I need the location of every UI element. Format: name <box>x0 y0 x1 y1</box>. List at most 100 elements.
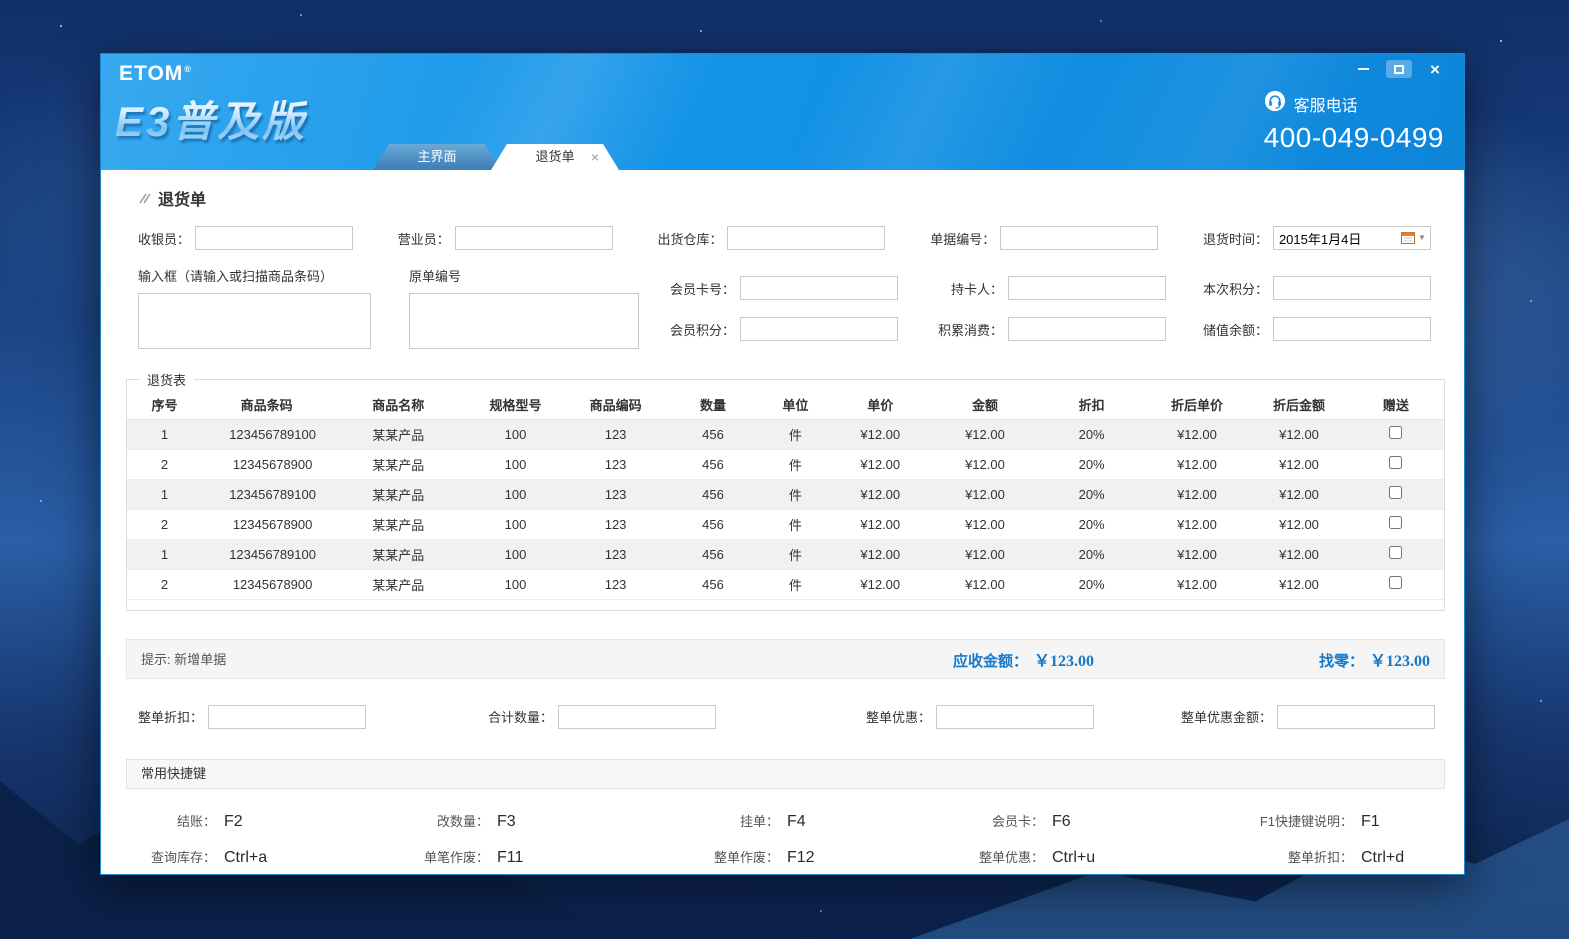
shortcut-label: 改数量： <box>436 813 489 829</box>
original-order-input[interactable] <box>409 293 639 349</box>
shortcut-key: F4 <box>787 812 806 830</box>
return-table-header-row: 序号 商品条码 商品名称 规格型号 商品编码 数量 单位 单价 金额 折扣 折后单价 折后金额 赠送 <box>127 391 1444 420</box>
cashier-label: 收银员： <box>138 231 191 247</box>
column-header: 折扣 <box>1039 391 1144 420</box>
table-cell: 123 <box>604 456 627 472</box>
app-window: ETOM® E3普及版 × 客服电话 400-049-0499 主界面 退货单 … <box>100 53 1465 875</box>
table-row[interactable]: 1 123456789100 某某产品 100 123 456 件 ¥12.00 ¥12.00 2… <box>127 479 1444 509</box>
warehouse-input[interactable] <box>727 226 886 250</box>
maximize-button[interactable] <box>1386 60 1412 78</box>
table-cell: 2 <box>160 516 169 532</box>
member-card-label: 会员卡号： <box>669 281 735 297</box>
table-cell: ¥12.00 <box>1177 516 1217 532</box>
table-cell: 456 <box>702 576 724 592</box>
table-cell: 100 <box>504 456 527 472</box>
accumulated-label: 积累消费： <box>937 322 1003 338</box>
column-header: 数量 <box>665 391 761 420</box>
table-row[interactable]: 1 123456789100 某某产品 100 123 456 件 ¥12.00 ¥12.00 2… <box>127 539 1444 569</box>
table-cell: 20% <box>1078 516 1105 532</box>
member-points-input[interactable] <box>740 317 898 341</box>
salesperson-input[interactable] <box>454 226 613 250</box>
shortcut-item: 改数量： F3 <box>411 811 701 831</box>
table-row[interactable]: 2 12345678900 某某产品 100 123 456 件 ¥12.00 ¥12.00 20… <box>127 449 1444 479</box>
table-row[interactable]: 2 12345678900 某某产品 100 123 456 件 ¥12.00 ¥12.00 20… <box>127 509 1444 539</box>
shortcut-key: Ctrl+a <box>224 848 268 866</box>
gift-checkbox[interactable] <box>1389 516 1403 529</box>
tab-close-icon[interactable]: × <box>591 144 599 170</box>
table-cell: 某某产品 <box>372 487 425 503</box>
table-cell: ¥12.00 <box>860 486 901 502</box>
cardholder-input[interactable] <box>1008 276 1166 300</box>
receivable-amount: 应收金额： ￥123.00 <box>953 647 1094 671</box>
table-cell: 件 <box>788 487 802 503</box>
gift-checkbox[interactable] <box>1389 546 1403 559</box>
return-table-body: 1 123456789100 某某产品 100 123 456 件 ¥12.00 ¥12.00 2… <box>127 419 1444 599</box>
tab-main-label: 主界面 <box>417 149 457 164</box>
table-cell: 2 <box>160 456 169 472</box>
table-cell: 件 <box>788 457 802 473</box>
table-cell: ¥12.00 <box>1279 546 1319 562</box>
table-cell: 2 <box>160 576 169 592</box>
doc-no-input[interactable] <box>1000 226 1159 250</box>
table-cell: 20% <box>1078 576 1105 592</box>
member-card-input[interactable] <box>740 276 898 300</box>
gift-checkbox[interactable] <box>1389 486 1403 499</box>
table-cell: 456 <box>702 516 724 532</box>
shortcut-label: 会员卡： <box>991 813 1044 829</box>
table-cell: ¥12.00 <box>1279 426 1319 442</box>
tab-return-label: 退货单 <box>535 149 575 164</box>
form-row-middle: 输入框（请输入或扫描商品条码） 原单编号 会员卡号： 持卡人： 本次积分： 会员… <box>138 266 1431 354</box>
table-cell: ¥12.00 <box>860 576 901 592</box>
close-button[interactable]: × <box>1422 60 1448 78</box>
table-cell: ¥12.00 <box>1177 456 1217 472</box>
status-bar: 提示: 新增单据 应收金额： ￥123.00 找零： ￥123.00 <box>126 638 1445 679</box>
original-order-label: 原单编号 <box>409 269 462 284</box>
stored-balance-label: 储值余额： <box>1202 322 1268 338</box>
service-contact: 客服电话 400-049-0499 <box>1264 90 1444 154</box>
column-header: 折后单价 <box>1143 391 1251 420</box>
order-promo-input[interactable] <box>936 704 1095 729</box>
gift-checkbox[interactable] <box>1389 576 1403 589</box>
table-cell: 20% <box>1078 546 1105 562</box>
table-cell: 1 <box>160 426 169 442</box>
shortcut-item: 结账： F2 <box>138 811 411 831</box>
gift-cell <box>1348 509 1444 539</box>
page-title-text: 退货单 <box>158 192 207 209</box>
shortcut-label: 整单作废： <box>713 849 779 865</box>
status-hint: 提示: 新增单据 <box>141 652 227 667</box>
service-label: 客服电话 <box>1293 97 1358 115</box>
barcode-scan-input[interactable] <box>138 293 371 349</box>
return-time-label: 退货时间： <box>1202 231 1268 247</box>
table-row[interactable]: 2 12345678900 某某产品 100 123 456 件 ¥12.00 ¥12.00 20… <box>127 569 1444 599</box>
table-cell: 123 <box>604 546 627 562</box>
date-dropdown-icon[interactable]: ▼ <box>1418 233 1426 242</box>
column-header: 商品条码 <box>202 391 332 420</box>
gift-checkbox[interactable] <box>1389 426 1403 439</box>
order-promo-amount-input[interactable] <box>1277 704 1436 729</box>
window-controls: × <box>1350 60 1448 78</box>
table-cell: 件 <box>788 547 802 563</box>
tab-main-screen[interactable]: 主界面 <box>373 144 501 170</box>
table-cell: 件 <box>788 517 802 533</box>
order-promo-label: 整单优惠： <box>866 710 932 725</box>
column-header: 商品名称 <box>331 391 466 420</box>
table-cell: ¥12.00 <box>1279 486 1319 502</box>
total-qty-input[interactable] <box>558 704 717 729</box>
calendar-icon[interactable] <box>1401 231 1416 244</box>
accumulated-input[interactable] <box>1008 317 1166 341</box>
current-points-input[interactable] <box>1273 276 1431 300</box>
logo-text: ETOM <box>119 62 184 85</box>
etom-logo: ETOM® <box>119 62 192 86</box>
stored-balance-input[interactable] <box>1273 317 1431 341</box>
change-value: ￥123.00 <box>1369 652 1430 670</box>
table-cell: ¥12.00 <box>860 516 901 532</box>
tab-return-form[interactable]: 退货单 × <box>491 144 619 170</box>
table-row[interactable]: 1 123456789100 某某产品 100 123 456 件 ¥12.00 ¥12.00 2… <box>127 419 1444 449</box>
member-info-grid: 会员卡号： 持卡人： 本次积分： 会员积分： 积累消费： 储值余额： <box>669 276 1431 354</box>
gift-checkbox[interactable] <box>1389 456 1403 469</box>
order-discount-input[interactable] <box>208 704 367 729</box>
minimize-button[interactable] <box>1350 60 1376 78</box>
current-points-label: 本次积分： <box>1202 281 1268 297</box>
table-cell: 100 <box>504 486 527 502</box>
cashier-input[interactable] <box>195 226 354 250</box>
